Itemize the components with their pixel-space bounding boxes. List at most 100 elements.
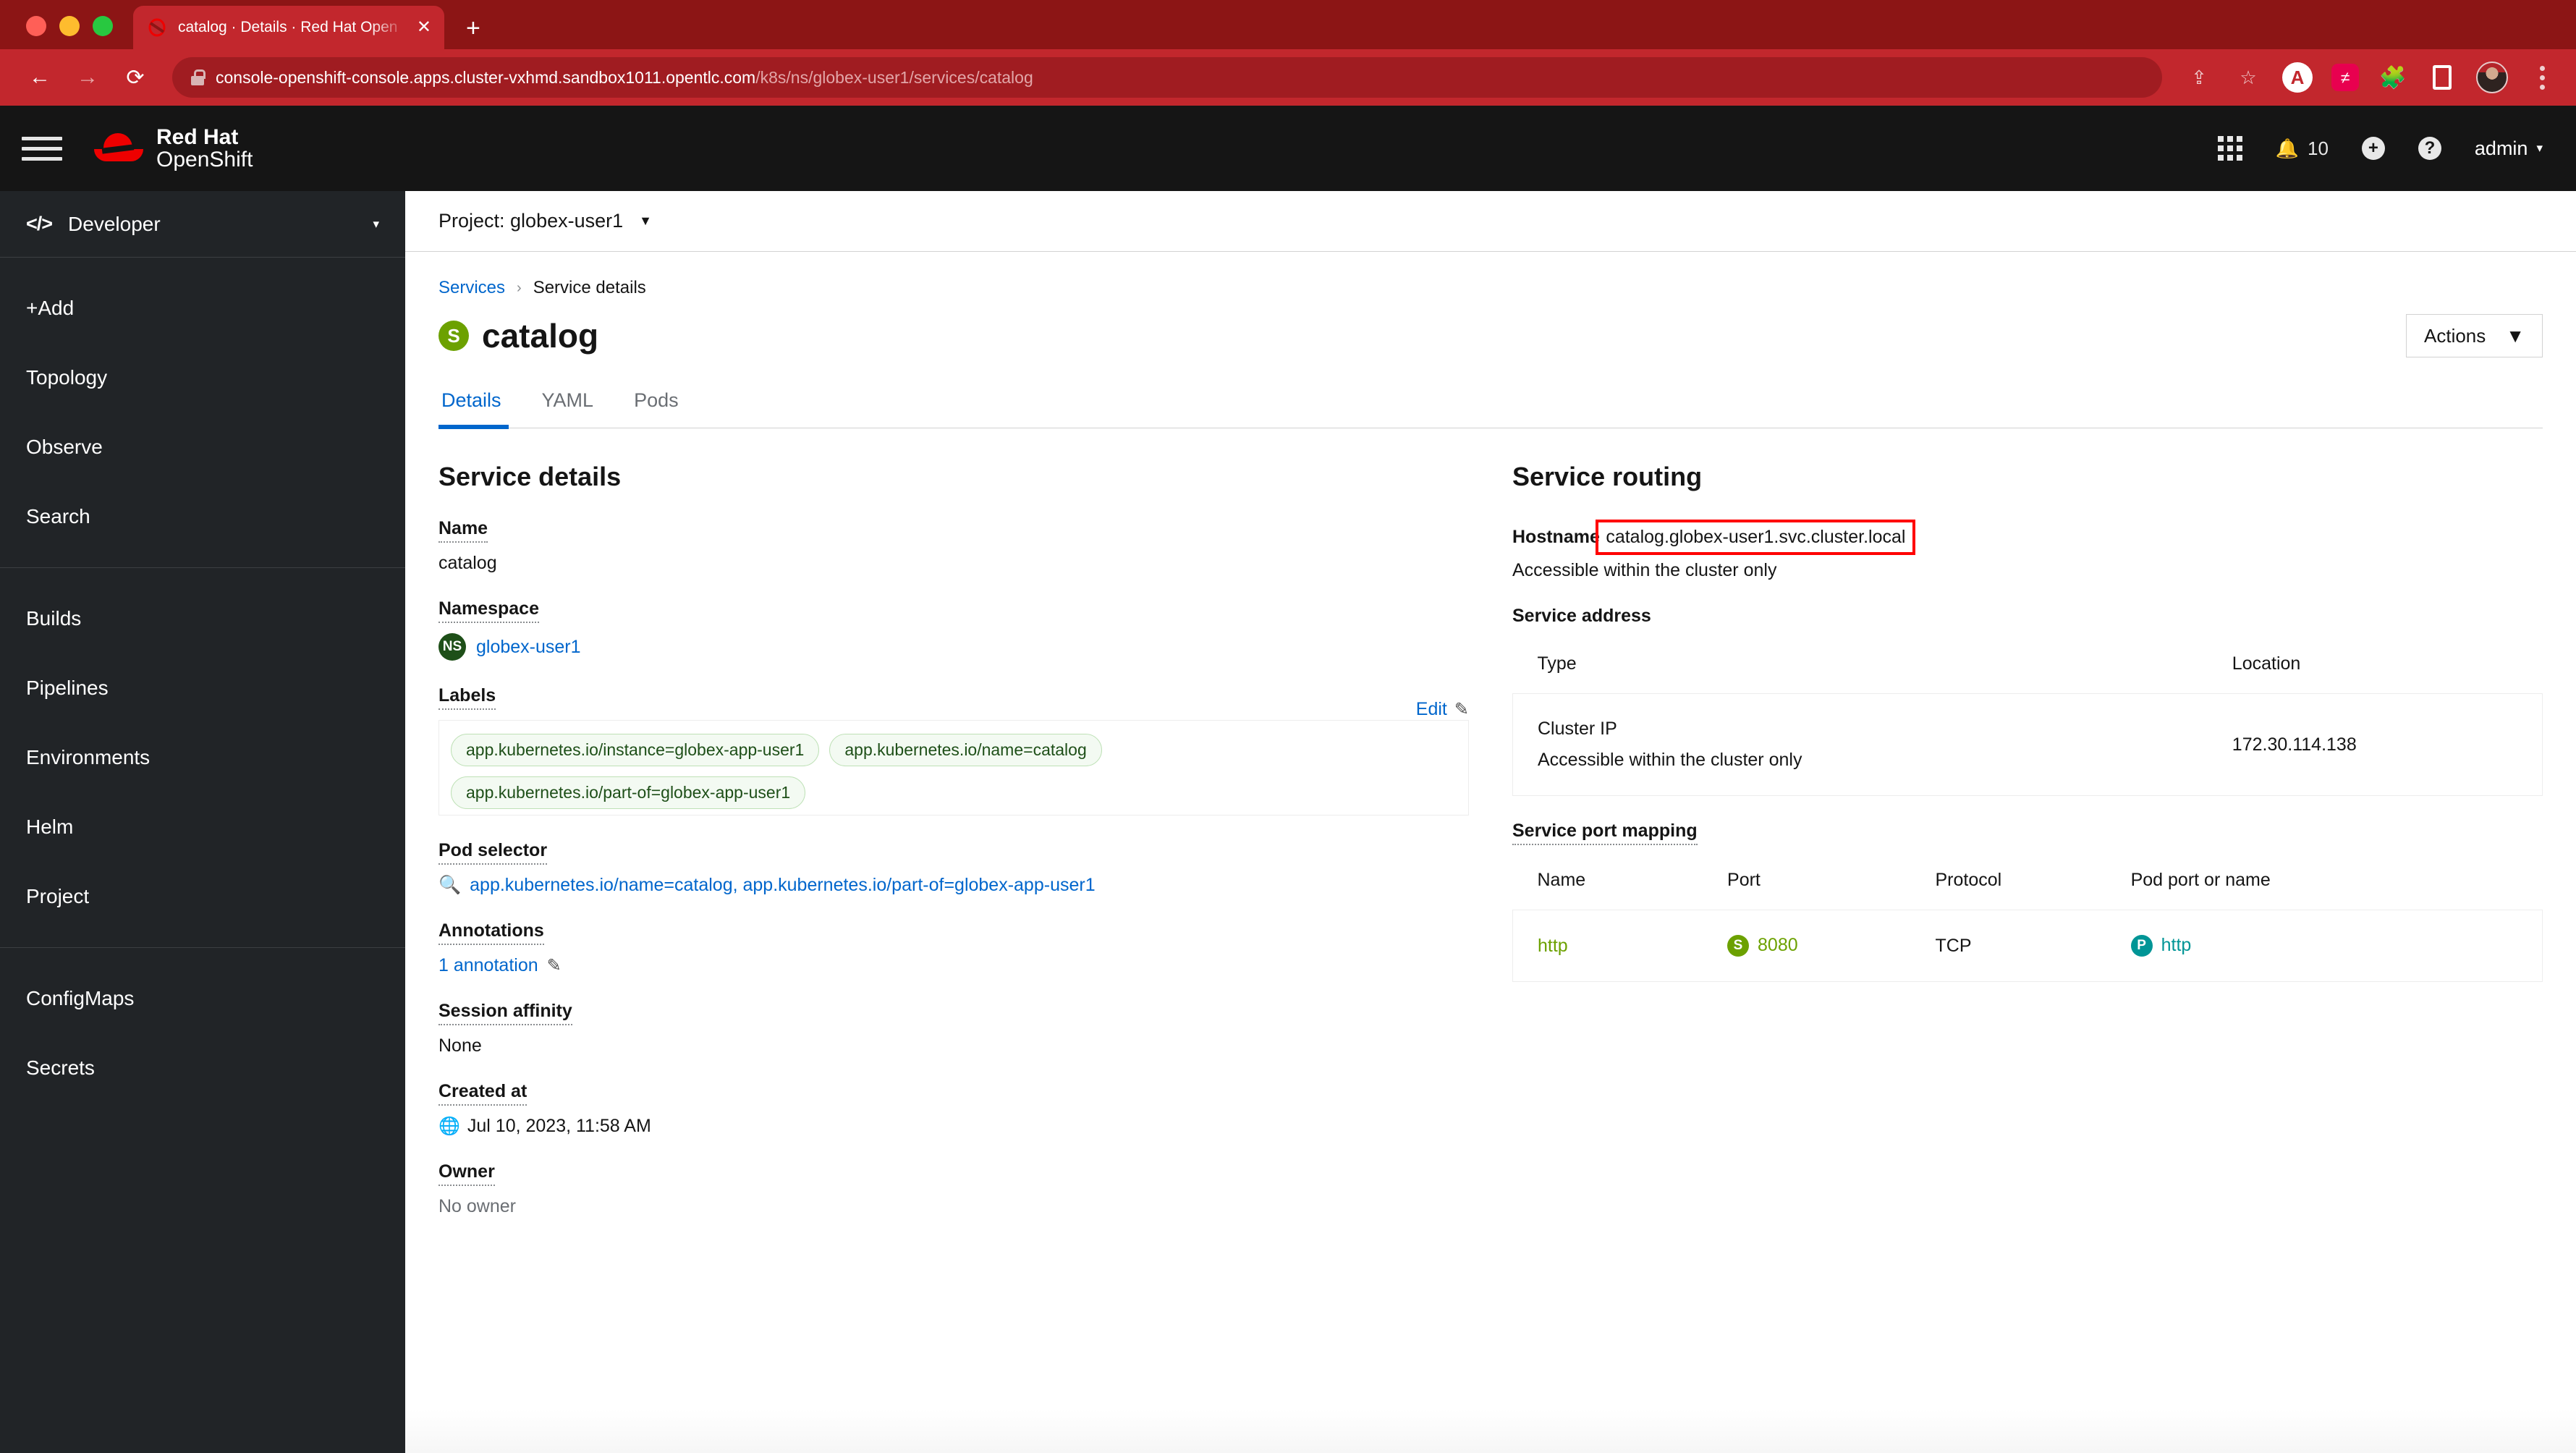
sidebar-item-configmaps[interactable]: ConfigMaps: [0, 964, 405, 1033]
nav-group-2: Builds Pipelines Environments Helm Proje…: [0, 567, 405, 947]
sidebar-item-label: Pipelines: [26, 677, 109, 699]
field-label-owner: Owner: [438, 1161, 495, 1186]
service-address-label: Service address: [1512, 606, 1651, 626]
profile-avatar-icon[interactable]: [2476, 62, 2508, 93]
sidebar-item-observe[interactable]: Observe: [0, 412, 405, 482]
url-domain: console-openshift-console.apps.cluster-v…: [216, 67, 756, 87]
sidebar-item-topology[interactable]: Topology: [0, 343, 405, 412]
sidebar-item-label: Project: [26, 885, 90, 907]
pod-port-link[interactable]: http: [2161, 935, 2192, 955]
service-address-table: Type Location Cluster IP Accessible with…: [1512, 646, 2543, 796]
pink-extension-icon[interactable]: ≠: [2331, 64, 2359, 91]
sidebar-item-helm[interactable]: Helm: [0, 792, 405, 862]
puzzle-extension-icon[interactable]: 🧩: [2378, 62, 2408, 93]
perspective-label: Developer: [68, 212, 161, 235]
field-value-hostname: catalog.globex-user1.svc.cluster.local: [1606, 527, 1906, 547]
edit-labels-label: Edit: [1415, 699, 1447, 719]
redhat-openshift-logo[interactable]: Red Hat OpenShift: [94, 125, 253, 171]
column-header-name: Name: [1537, 870, 1586, 890]
field-hostname: Hostname catalog.globex-user1.svc.cluste…: [1512, 518, 2543, 581]
main-content: Project: globex-user1 ▼ Services › Servi…: [405, 191, 2576, 1453]
field-label-pod-selector: Pod selector: [438, 840, 548, 865]
back-arrow-icon[interactable]: ←: [19, 56, 61, 98]
maximize-window-button[interactable]: [93, 16, 113, 36]
tab-yaml[interactable]: YAML: [522, 379, 614, 428]
service-port-mapping-section: Service port mapping Name Port Protocol …: [1512, 821, 2543, 982]
share-icon[interactable]: ⇪: [2184, 62, 2214, 93]
sidebar-item-add[interactable]: +Add: [0, 274, 405, 343]
kebab-menu-icon[interactable]: [2527, 62, 2557, 93]
service-resource-icon: S: [438, 321, 469, 351]
actions-button[interactable]: Actions ▼: [2406, 314, 2543, 357]
forward-arrow-icon[interactable]: →: [67, 56, 109, 98]
adobe-acrobat-icon[interactable]: A: [2282, 62, 2313, 93]
port-link[interactable]: 8080: [1758, 935, 1798, 955]
reload-icon[interactable]: ⟳: [114, 56, 156, 98]
pod-selector-link[interactable]: app.kubernetes.io/name=catalog, app.kube…: [470, 875, 1095, 896]
console-masthead: Red Hat OpenShift 🔔 10 + ? admin ▾: [0, 106, 2576, 191]
tab-details[interactable]: Details: [438, 379, 522, 429]
field-labels: Labels Edit ✎ app.kubernetes.io/instance…: [438, 685, 1469, 816]
field-session-affinity: Session affinity None: [438, 1001, 1469, 1056]
field-namespace: Namespace NS globex-user1: [438, 598, 1469, 661]
content-bottom-fade: [405, 1410, 2576, 1453]
sidebar-item-environments[interactable]: Environments: [0, 723, 405, 792]
perspective-switcher[interactable]: </> Developer ▾: [0, 191, 405, 258]
sidebar-item-label: Builds: [26, 607, 82, 630]
namespace-link[interactable]: globex-user1: [476, 637, 581, 658]
label-chip[interactable]: app.kubernetes.io/instance=globex-app-us…: [451, 734, 820, 766]
breadcrumb-current: Service details: [533, 278, 646, 297]
project-selector[interactable]: Project: globex-user1 ▼: [405, 191, 2576, 252]
sidebar-item-pipelines[interactable]: Pipelines: [0, 653, 405, 723]
question-circle-icon[interactable]: ?: [2418, 137, 2441, 160]
browser-tab[interactable]: catalog · Details · Red Hat Open ✕: [133, 6, 444, 49]
service-port-mapping-label: Service port mapping: [1512, 821, 1698, 845]
tab-label: Details: [441, 389, 501, 411]
sidebar-item-project[interactable]: Project: [0, 862, 405, 931]
sidebar-item-label: ConfigMaps: [26, 987, 135, 1009]
close-window-button[interactable]: [26, 16, 46, 36]
edit-labels-button[interactable]: Edit ✎: [1416, 699, 1469, 720]
cell-location: 172.30.114.138: [2232, 734, 2357, 755]
address-bar[interactable]: console-openshift-console.apps.cluster-v…: [172, 57, 2162, 98]
column-header-type: Type: [1537, 653, 1577, 674]
port-name-link[interactable]: http: [1538, 936, 1568, 956]
close-icon[interactable]: ✕: [417, 19, 431, 36]
actions-button-label: Actions: [2424, 324, 2486, 347]
sidebar-item-label: Environments: [26, 746, 151, 768]
grid-apps-icon[interactable]: [2217, 136, 2242, 161]
column-header-pod-port: Pod port or name: [2130, 870, 2271, 890]
url-path: /k8s/ns/globex-user1/services/catalog: [755, 67, 1033, 87]
hamburger-menu-icon[interactable]: [22, 136, 62, 161]
label-chip[interactable]: app.kubernetes.io/name=catalog: [829, 734, 1102, 766]
pencil-icon: ✎: [1454, 700, 1469, 719]
breadcrumb-link-services[interactable]: Services: [438, 278, 505, 298]
minimize-window-button[interactable]: [59, 16, 80, 36]
tab-pods[interactable]: Pods: [614, 379, 699, 428]
notifications-button[interactable]: 🔔 10: [2276, 137, 2329, 160]
nav-group-1: +Add Topology Observe Search: [0, 258, 405, 567]
field-value-session-affinity: None: [438, 1035, 482, 1056]
field-label-hostname: Hostname: [1512, 527, 1600, 547]
sidebar-panel-icon[interactable]: [2427, 62, 2457, 93]
label-chip[interactable]: app.kubernetes.io/part-of=globex-app-use…: [451, 776, 806, 809]
plus-circle-icon[interactable]: +: [2361, 137, 2385, 160]
browser-window: catalog · Details · Red Hat Open ✕ + ← →…: [0, 0, 2576, 1453]
sidebar-item-builds[interactable]: Builds: [0, 584, 405, 653]
chevron-down-icon: ▾: [373, 216, 379, 231]
code-brackets-icon: </>: [26, 213, 53, 234]
sidebar-item-search[interactable]: Search: [0, 482, 405, 551]
openshift-favicon: [146, 17, 168, 38]
sidebar-item-secrets[interactable]: Secrets: [0, 1033, 405, 1103]
search-icon: 🔍: [438, 875, 462, 895]
detail-tabs: Details YAML Pods: [438, 379, 2543, 429]
labels-container: app.kubernetes.io/instance=globex-app-us…: [438, 720, 1469, 816]
field-value-created-at: Jul 10, 2023, 11:58 AM: [467, 1116, 651, 1136]
user-menu[interactable]: admin ▾: [2475, 137, 2543, 160]
new-tab-button[interactable]: +: [466, 16, 480, 41]
field-label-session-affinity: Session affinity: [438, 1001, 572, 1025]
bookmark-star-icon[interactable]: ☆: [2233, 62, 2263, 93]
annotations-link[interactable]: 1 annotation: [438, 955, 538, 976]
chevron-down-icon: ▼: [2506, 324, 2525, 347]
hostname-highlight-box: catalog.globex-user1.svc.cluster.local: [1596, 520, 1916, 555]
